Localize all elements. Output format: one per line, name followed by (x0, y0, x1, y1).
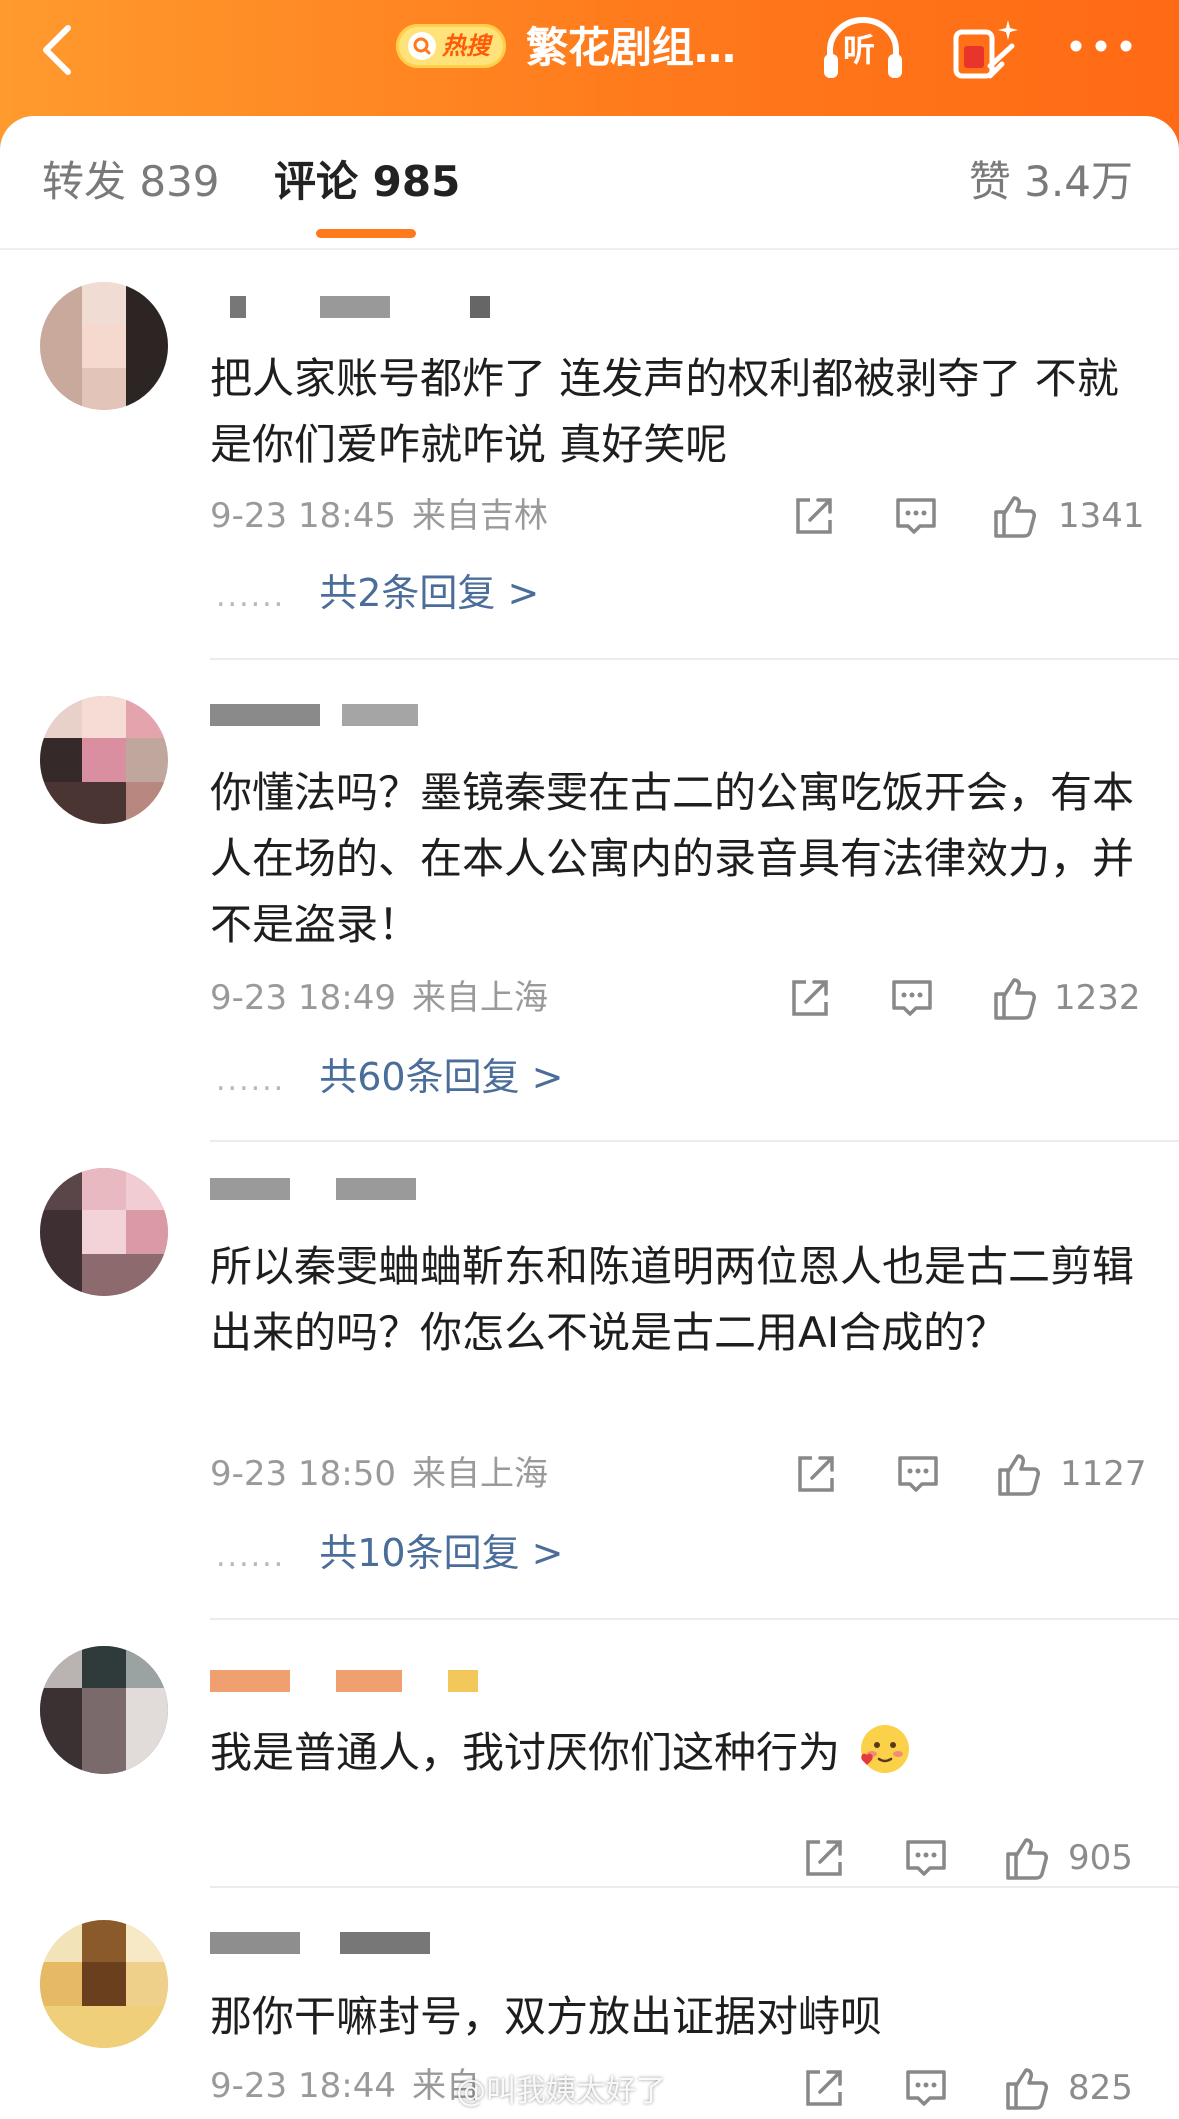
active-tab-indicator (316, 229, 416, 238)
back-icon (43, 25, 71, 75)
username-blurred[interactable] (210, 1664, 510, 1704)
comment-time: 9-23 18:49 (210, 978, 396, 1018)
back-button[interactable] (30, 18, 94, 82)
comment-text-body: 我是普通人，我讨厌你们这种行为 (210, 1728, 841, 1777)
thumbs-up-icon[interactable] (990, 492, 1038, 540)
like-count: 1127 (1060, 1454, 1147, 1494)
magic-icon (953, 20, 1018, 79)
blush-emoji-icon (861, 1725, 910, 1773)
tab-repost[interactable]: 转发 839 (42, 152, 220, 212)
comment-meta: 9-23 18:49 来自上海 (210, 976, 548, 1020)
hot-badge-label: 热搜 (442, 32, 490, 60)
listen-button[interactable]: 听 (820, 14, 906, 84)
replies-label: 共2条回复 > (319, 571, 540, 615)
thumbs-up-icon[interactable] (1002, 1834, 1050, 1882)
comment-icon[interactable] (902, 2064, 950, 2112)
avatar[interactable] (40, 1646, 168, 1774)
comment-divider (210, 658, 1179, 660)
share-icon[interactable] (792, 1450, 840, 1498)
like-count: 1232 (1054, 978, 1141, 1018)
comment-meta: 9-23 18:45 来自吉林 (210, 494, 548, 538)
more-button[interactable] (1066, 26, 1136, 66)
comment-time: 9-23 18:45 (210, 496, 396, 536)
replies-label: 共60条回复 > (319, 1055, 564, 1099)
comment-icon[interactable] (892, 492, 940, 540)
comment-icon[interactable] (902, 1834, 950, 1882)
comment-location: 来自上海 (411, 1454, 548, 1494)
comment-time: 9-23 18:44 (210, 2066, 396, 2106)
comment-item: 把人家账号都炸了 连发声的权利都被剥夺了 不就是你们爱咋就咋说 真好笑呢 9-2… (0, 250, 1179, 660)
view-replies-link[interactable]: ...... 共2条回复 > (216, 568, 539, 622)
comment-location: 来自吉林 (411, 496, 548, 536)
share-icon[interactable] (800, 1834, 848, 1882)
tab-comment[interactable]: 评论 985 (274, 152, 460, 212)
comment-text: 所以秦雯蛐蛐靳东和陈道明两位恩人也是古二剪辑出来的吗？你怎么不说是古二用AI合成… (210, 1242, 1135, 1357)
avatar[interactable] (40, 1920, 168, 2048)
thumbs-up-icon[interactable] (990, 974, 1038, 1022)
watermark: @叫我姨太好了 (456, 2074, 666, 2109)
comment-item: 我是普通人，我讨厌你们这种行为 905 (0, 1620, 1179, 1890)
username-blurred[interactable] (210, 290, 510, 330)
page-title: 繁花剧组… (526, 23, 737, 72)
comment-location: 来自上海 (411, 978, 548, 1018)
more-icon (1070, 40, 1132, 52)
comment-meta: 9-23 18:50 来自上海 (210, 1452, 548, 1496)
thumbs-up-icon[interactable] (1002, 2064, 1050, 2112)
comment-icon[interactable] (894, 1450, 942, 1498)
listen-label: 听 (843, 31, 876, 69)
replies-label: 共10条回复 > (319, 1531, 564, 1575)
comment-icon[interactable] (888, 974, 936, 1022)
magic-button[interactable] (950, 16, 1020, 86)
replies-dots: ...... (216, 1539, 286, 1574)
comment-text: 那你干嘛封号，双方放出证据对峙呗 (210, 1992, 883, 2041)
like-count: 905 (1068, 1838, 1133, 1878)
view-replies-link[interactable]: ...... 共60条回复 > (216, 1052, 564, 1106)
share-icon[interactable] (786, 974, 834, 1022)
view-replies-link[interactable]: ...... 共10条回复 > (216, 1528, 564, 1582)
thumbs-up-icon[interactable] (994, 1450, 1042, 1498)
search-icon (408, 32, 436, 60)
username-blurred[interactable] (210, 1172, 510, 1212)
replies-dots: ...... (216, 1063, 286, 1098)
share-icon[interactable] (800, 2064, 848, 2112)
replies-dots: ...... (216, 579, 286, 614)
comment-item: 你懂法吗？墨镜秦雯在古二的公寓吃饭开会，有本人在场的、在本人公寓内的录音具有法律… (0, 664, 1179, 1144)
avatar[interactable] (40, 282, 168, 410)
comment-item: 所以秦雯蛐蛐靳东和陈道明两位恩人也是古二剪辑出来的吗？你怎么不说是古二用AI合成… (0, 1142, 1179, 1622)
like-count: 825 (1068, 2068, 1133, 2108)
username-blurred[interactable] (210, 1926, 510, 1966)
comment-text: 我是普通人，我讨厌你们这种行为 (210, 1720, 1150, 1786)
hot-search-badge[interactable]: 热搜 (396, 24, 506, 68)
username-blurred[interactable] (210, 698, 510, 738)
share-icon[interactable] (790, 492, 838, 540)
comment-time: 9-23 18:50 (210, 1454, 396, 1494)
comment-text: 你懂法吗？墨镜秦雯在古二的公寓吃饭开会，有本人在场的、在本人公寓内的录音具有法律… (210, 768, 1135, 949)
comment-meta: 9-23 18:44 来自 (210, 2064, 480, 2108)
avatar[interactable] (40, 696, 168, 824)
tab-like[interactable]: 赞 3.4万 (969, 152, 1133, 212)
like-count: 1341 (1058, 496, 1145, 536)
avatar[interactable] (40, 1168, 168, 1296)
comment-text: 把人家账号都炸了 连发声的权利都被剥夺了 不就是你们爱咋就咋说 真好笑呢 (210, 354, 1119, 469)
